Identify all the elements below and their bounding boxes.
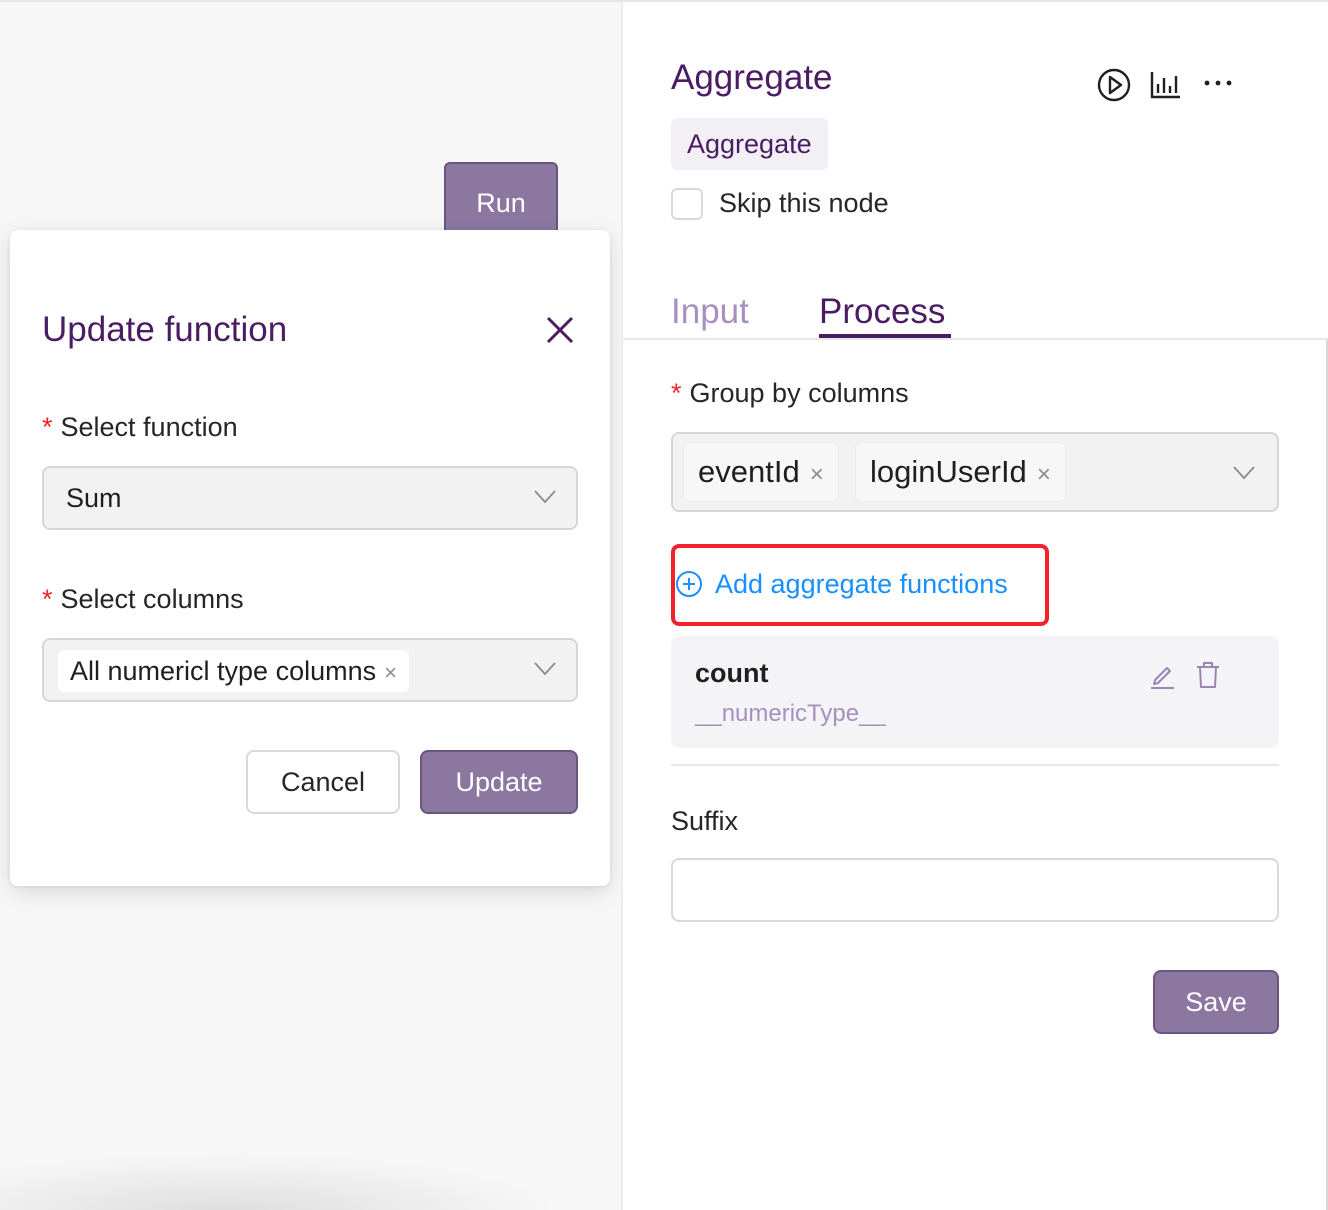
- add-aggregate-function-label: Add aggregate functions: [715, 569, 1008, 599]
- function-columns: __numericType__: [695, 700, 886, 727]
- tab-divider: [623, 338, 1328, 340]
- more-icon[interactable]: [1199, 64, 1237, 102]
- panel-title: Aggregate: [671, 58, 833, 97]
- section-divider: [671, 764, 1279, 766]
- node-type-tag: Aggregate: [671, 118, 828, 170]
- group-by-label: * Group by columns: [671, 378, 909, 409]
- node-config-panel: Aggregate Aggregate Skip this node Input…: [621, 2, 1328, 1210]
- cancel-button[interactable]: Cancel: [246, 750, 400, 814]
- chevron-down-icon: [534, 490, 556, 504]
- function-select[interactable]: Sum: [42, 466, 578, 530]
- group-by-tag: loginUserId ×: [855, 442, 1066, 502]
- close-icon[interactable]: [542, 312, 578, 348]
- aggregate-function-card: count __numericType__: [671, 636, 1279, 748]
- tab-input[interactable]: Input: [671, 292, 749, 332]
- columns-select[interactable]: All numericl type columns ×: [42, 638, 578, 702]
- group-by-tag-label: eventId: [698, 454, 800, 489]
- suffix-input[interactable]: [671, 858, 1279, 922]
- group-by-label-text: Group by columns: [689, 378, 909, 408]
- group-by-tag-label: loginUserId: [870, 454, 1027, 489]
- function-select-value: Sum: [66, 483, 122, 513]
- chevron-down-icon: [1233, 466, 1255, 480]
- columns-tag-label: All numericl type columns: [70, 656, 377, 686]
- remove-tag-icon[interactable]: ×: [1037, 461, 1051, 488]
- tab-process[interactable]: Process: [819, 292, 945, 332]
- save-button[interactable]: Save: [1153, 970, 1279, 1034]
- required-mark: *: [42, 412, 53, 442]
- edit-icon[interactable]: [1147, 660, 1177, 690]
- canvas-shadow: [0, 1152, 560, 1210]
- update-button[interactable]: Update: [420, 750, 578, 814]
- skip-node-label[interactable]: Skip this node: [719, 188, 889, 219]
- select-columns-label: * Select columns: [42, 584, 244, 615]
- required-mark: *: [42, 584, 53, 614]
- required-mark: *: [671, 378, 682, 408]
- update-function-modal: Update function * Select function Sum * Se…: [10, 230, 610, 886]
- group-by-tag: eventId ×: [683, 442, 839, 502]
- modal-title: Update function: [42, 310, 288, 349]
- remove-tag-icon[interactable]: ×: [810, 461, 824, 488]
- delete-icon[interactable]: [1193, 660, 1223, 690]
- plus-circle-icon: [676, 571, 702, 597]
- play-icon[interactable]: [1095, 66, 1133, 104]
- select-function-label: * Select function: [42, 412, 238, 443]
- select-function-label-text: Select function: [60, 412, 238, 442]
- group-by-select[interactable]: eventId × loginUserId ×: [671, 432, 1279, 512]
- function-name: count: [695, 658, 769, 688]
- suffix-label: Suffix: [671, 806, 739, 836]
- chart-icon[interactable]: [1147, 66, 1185, 104]
- select-columns-label-text: Select columns: [60, 584, 244, 614]
- columns-tag: All numericl type columns ×: [58, 650, 409, 692]
- skip-node-checkbox[interactable]: [671, 188, 703, 220]
- remove-tag-icon[interactable]: ×: [384, 660, 397, 685]
- chevron-down-icon: [534, 662, 556, 676]
